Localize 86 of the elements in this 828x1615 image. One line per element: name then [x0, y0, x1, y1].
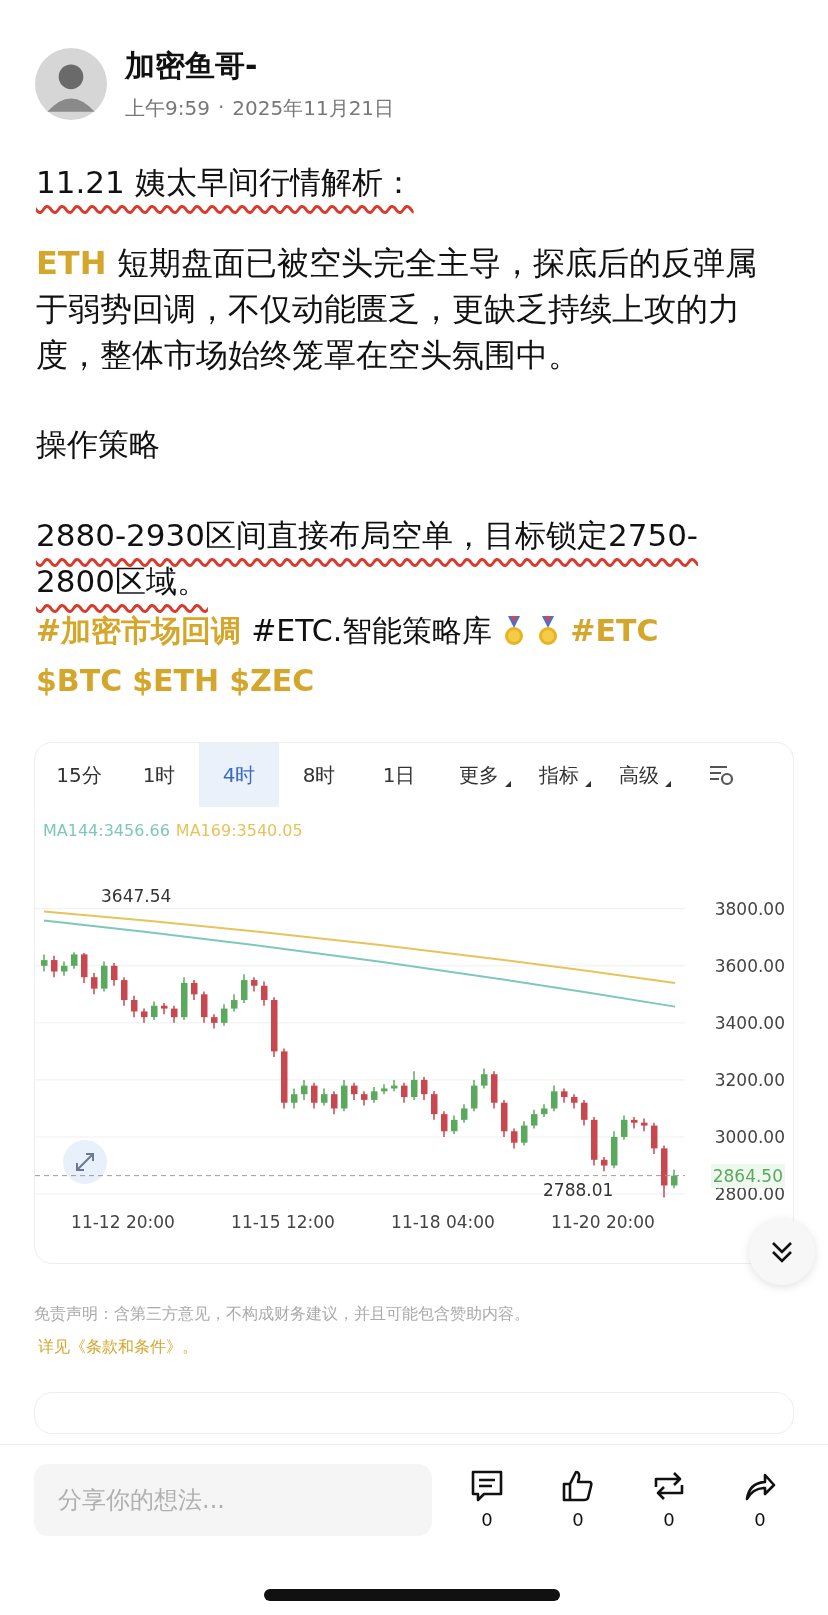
hashtag-text: #ETC.智能策略库	[251, 612, 493, 650]
y-axis-label: 3800.00	[714, 898, 785, 919]
caret-icon	[665, 781, 671, 787]
x-axis-label: 11-12 20:00	[71, 1212, 175, 1232]
ma-legend: MA144:3456.66	[43, 821, 170, 840]
disclaimer-text: 免责声明：含第三方意见，不构成财务建议，并且可能包含赞助内容。	[34, 1304, 531, 1325]
candlestick	[151, 1000, 158, 1021]
candlestick	[421, 1076, 428, 1101]
candlestick	[341, 1079, 348, 1113]
post-time: 上午9:59	[125, 95, 210, 122]
y-axis-label: 3200.00	[714, 1069, 785, 1090]
candlestick	[381, 1083, 388, 1095]
caret-icon	[585, 781, 591, 787]
timeframe-tab[interactable]: 高级	[599, 743, 679, 807]
candlestick	[111, 962, 118, 987]
action-count: 0	[754, 1509, 766, 1530]
candlestick	[91, 972, 98, 996]
candlestick	[121, 976, 128, 1007]
candlestick	[431, 1090, 438, 1121]
y-axis-label: 3000.00	[714, 1126, 785, 1147]
candlestick	[441, 1110, 448, 1138]
candlestick	[201, 990, 208, 1024]
strategy-text: 2880-2930区间直接布局空单，目标锁定2750-2800区域。	[36, 516, 700, 601]
candlestick	[331, 1090, 338, 1115]
comment-icon[interactable]	[470, 1469, 504, 1503]
timeframe-tab[interactable]: 1日	[359, 743, 439, 807]
candlestick	[401, 1082, 408, 1104]
ma-legend: MA169:3540.05	[175, 821, 303, 840]
candlestick	[41, 953, 48, 973]
candlestick	[131, 995, 138, 1018]
separator-dot: ·	[217, 95, 225, 121]
post-body: ETH 短期盘面已被空头完全主导，探底后的反弹属于弱势回调，不仅动能匮乏，更缺乏持续上攻的力度，整体市场始终笼罩在空头氛围中。	[36, 243, 758, 376]
candlestick	[651, 1121, 658, 1155]
timeframe-tab[interactable]: 15分	[39, 743, 119, 807]
scroll-down-button[interactable]	[749, 1219, 815, 1285]
candlestick	[241, 973, 248, 1004]
candlestick	[511, 1127, 518, 1150]
candlestick	[551, 1084, 558, 1113]
candlestick	[161, 1002, 168, 1016]
settings-icon[interactable]	[709, 764, 735, 786]
candlestick	[521, 1120, 528, 1147]
timeframe-tab[interactable]: 4时	[199, 743, 279, 807]
caret-icon	[505, 781, 511, 787]
candlestick	[261, 980, 268, 1007]
author-name[interactable]: 加密鱼哥-	[125, 46, 395, 87]
timeframe-tab[interactable]: 更多	[439, 743, 519, 807]
x-axis-label: 11-18 04:00	[391, 1212, 495, 1232]
expand-icon[interactable]	[63, 1140, 107, 1184]
candlestick	[641, 1117, 648, 1133]
action-count: 0	[481, 1509, 493, 1530]
candlestick	[481, 1067, 488, 1090]
candlestick	[191, 979, 198, 1001]
candlestick	[581, 1099, 588, 1127]
comment-input[interactable]: 分享你的想法...	[34, 1463, 432, 1536]
candlestick	[451, 1114, 458, 1135]
action-count: 0	[663, 1509, 675, 1530]
timeframe-tab[interactable]: 指标	[519, 743, 599, 807]
candlestick	[631, 1116, 638, 1130]
action-count: 0	[572, 1509, 584, 1530]
post-date: 2025年11月21日	[232, 95, 395, 122]
timeframe-tab[interactable]: 8时	[279, 743, 359, 807]
candlestick	[411, 1070, 418, 1101]
candlestick	[51, 955, 58, 978]
candlestick	[301, 1079, 308, 1101]
candlestick	[221, 1003, 228, 1027]
last-price-label: 2864.50	[710, 1163, 785, 1188]
thumbs-up-icon[interactable]	[561, 1469, 595, 1503]
x-axis-label: 11-20 20:00	[551, 1212, 655, 1232]
y-axis-label: 3600.00	[714, 955, 785, 976]
candlestick	[531, 1109, 538, 1130]
candlestick	[621, 1114, 628, 1141]
section-heading: 操作策略	[36, 425, 161, 464]
post-title: 11.21 姨太早间行情解析：	[36, 163, 415, 202]
candlestick	[671, 1169, 678, 1190]
high-price-label: 3647.54	[101, 886, 172, 906]
avatar[interactable]	[35, 48, 107, 120]
candlestick	[461, 1103, 468, 1124]
candlestick	[101, 960, 108, 993]
candlestick	[291, 1087, 298, 1110]
timeframe-tab[interactable]: 1时	[119, 743, 199, 807]
x-axis-label: 11-15 12:00	[231, 1212, 335, 1232]
candlestick	[311, 1082, 318, 1110]
low-price-label: 2788.01	[543, 1180, 614, 1200]
candlestick	[471, 1079, 478, 1113]
y-axis-label: 3400.00	[714, 1012, 785, 1033]
candlestick	[81, 952, 88, 984]
